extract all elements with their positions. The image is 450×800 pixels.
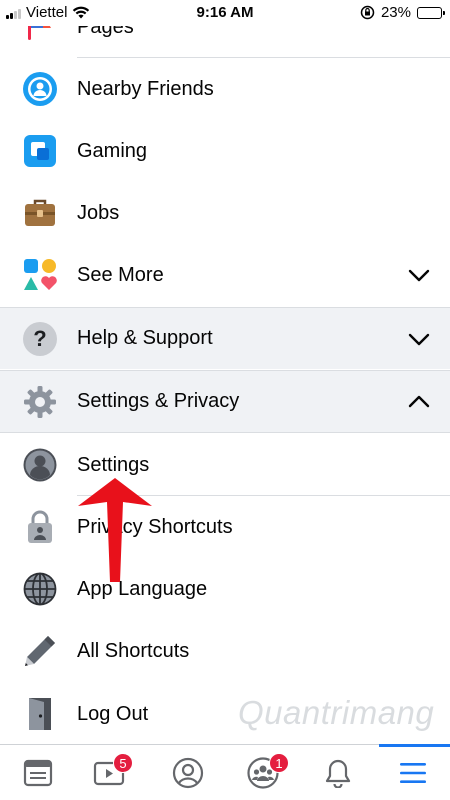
menu-item-jobs[interactable]: Jobs <box>0 182 450 244</box>
briefcase-icon <box>22 195 58 231</box>
menu-item-see-more[interactable]: See More <box>0 244 450 306</box>
menu-item-label: See More <box>77 263 164 286</box>
tab-notifications[interactable] <box>300 745 375 800</box>
chevron-down-icon[interactable] <box>408 328 430 350</box>
menu-item-gaming[interactable]: Gaming <box>0 120 450 182</box>
menu-item-label: App Language <box>77 577 208 600</box>
watch-badge: 5 <box>113 753 133 773</box>
news-feed-icon <box>23 759 52 787</box>
gear-icon <box>22 384 58 420</box>
profile-icon <box>172 757 203 789</box>
see-more-shapes-icon <box>22 257 58 293</box>
menu-item-log-out[interactable]: Log Out <box>0 683 450 745</box>
battery-icon <box>417 6 445 19</box>
menu-item-label: Privacy Shortcuts <box>77 515 233 538</box>
section-help-support[interactable]: ? Help & Support <box>0 307 450 369</box>
menu-item-label: Log Out <box>77 702 149 725</box>
tab-groups[interactable]: 1 <box>225 745 300 800</box>
menu-item-label: Gaming <box>77 139 148 162</box>
orientation-lock-icon <box>360 5 375 20</box>
bell-icon <box>325 759 350 788</box>
battery-percent: 23% <box>380 4 411 21</box>
door-icon <box>22 696 58 732</box>
hamburger-icon <box>399 763 426 783</box>
pencil-icon <box>22 633 58 669</box>
menu-item-app-language[interactable]: App Language <box>0 558 450 620</box>
tab-bar: 5 1 <box>0 744 450 800</box>
menu-item-label: All Shortcuts <box>77 639 190 662</box>
globe-icon <box>22 571 58 607</box>
tab-menu[interactable] <box>375 744 450 800</box>
profile-icon <box>22 447 58 483</box>
menu-item-nearby-friends[interactable]: Nearby Friends <box>0 58 450 120</box>
menu-item-label: Jobs <box>77 201 120 224</box>
menu-item-all-shortcuts[interactable]: All Shortcuts <box>0 620 450 682</box>
menu-item-label: Nearby Friends <box>77 77 214 100</box>
menu-item-settings[interactable]: Settings <box>0 434 450 496</box>
chevron-up-icon[interactable] <box>408 391 430 413</box>
lock-icon <box>22 509 58 545</box>
status-right: 23% <box>360 4 445 21</box>
tab-watch[interactable]: 5 <box>71 745 146 800</box>
section-settings-privacy[interactable]: Settings & Privacy <box>0 370 450 433</box>
gaming-icon <box>22 133 58 169</box>
section-label: Help & Support <box>77 327 213 349</box>
chevron-down-icon[interactable] <box>408 264 430 286</box>
status-bar: Viettel 9:16 AM 23% <box>0 0 450 26</box>
tab-news-feed[interactable] <box>0 745 75 800</box>
groups-badge: 1 <box>269 753 289 773</box>
question-icon: ? <box>22 321 58 357</box>
menu-item-privacy-shortcuts[interactable]: Privacy Shortcuts <box>0 496 450 558</box>
menu-item-label: Settings <box>77 453 150 476</box>
tab-profile[interactable] <box>150 745 225 800</box>
svg-text:?: ? <box>33 326 46 351</box>
nearby-friends-icon <box>22 71 58 107</box>
section-label: Settings & Privacy <box>77 390 240 412</box>
